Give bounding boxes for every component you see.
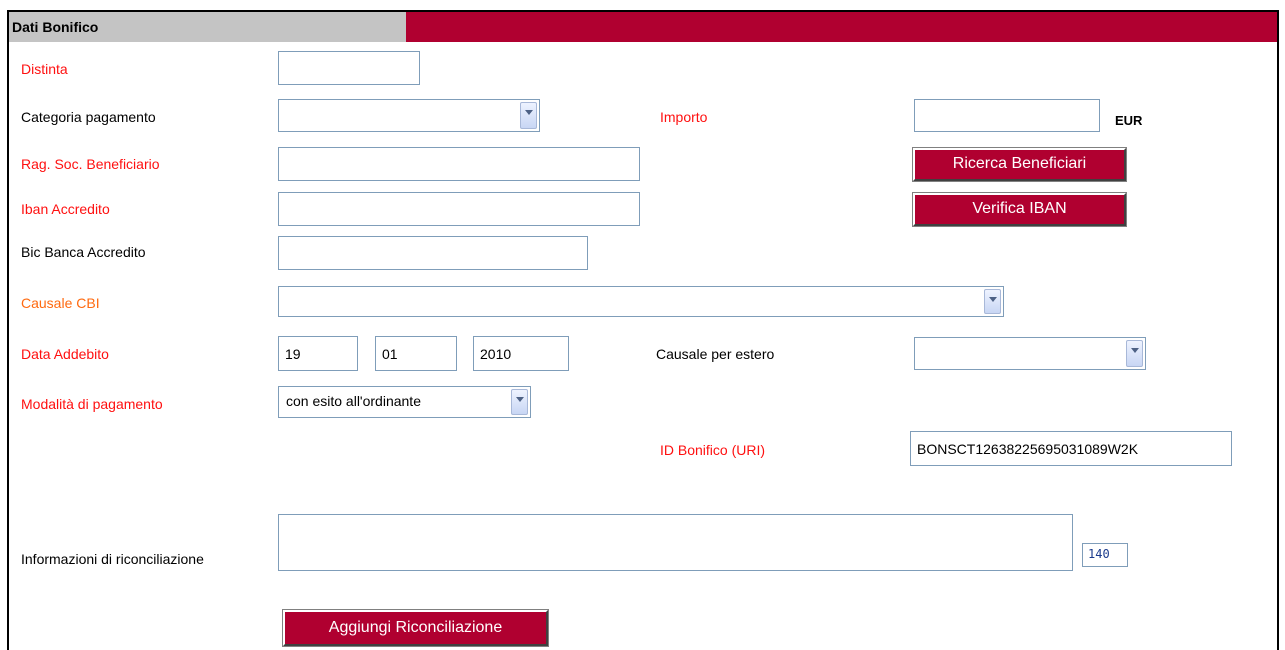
bic-input[interactable] — [278, 236, 588, 270]
currency-label: EUR — [1115, 113, 1143, 128]
causale-estero-label: Causale per estero — [656, 346, 775, 362]
causale-cbi-select[interactable] — [278, 286, 1004, 317]
distinta-label: Distinta — [21, 61, 68, 77]
aggiungi-riconciliazione-button[interactable]: Aggiungi Riconciliazione — [282, 609, 549, 647]
modalita-select[interactable]: con esito all'ordinante — [278, 386, 531, 418]
iban-label: Iban Accredito — [21, 201, 110, 217]
rag-soc-input[interactable] — [278, 147, 640, 181]
categoria-select[interactable] — [278, 99, 540, 132]
chevron-down-icon[interactable] — [520, 102, 537, 129]
section-title: Dati Bonifico — [12, 19, 99, 35]
ricerca-beneficiari-button[interactable]: Ricerca Beneficiari — [912, 147, 1127, 182]
modalita-value: con esito all'ordinante — [286, 393, 421, 409]
chevron-down-icon[interactable] — [984, 289, 1001, 314]
aggiungi-riconciliazione-label: Aggiungi Riconciliazione — [328, 619, 503, 636]
riconciliazione-textarea[interactable] — [278, 514, 1073, 571]
importo-input[interactable] — [914, 99, 1100, 132]
importo-label: Importo — [660, 109, 708, 125]
iban-input[interactable] — [278, 192, 640, 226]
char-counter: 140 — [1082, 543, 1128, 567]
chevron-down-icon[interactable] — [1126, 340, 1143, 367]
bic-label: Bic Banca Accredito — [21, 244, 146, 260]
categoria-label: Categoria pagamento — [21, 109, 156, 125]
date-month-input[interactable] — [375, 336, 457, 371]
rag-soc-label: Rag. Soc. Beneficiario — [21, 156, 160, 172]
date-day-input[interactable] — [278, 336, 358, 371]
distinta-input[interactable] — [278, 51, 420, 85]
verifica-iban-button[interactable]: Verifica IBAN — [912, 192, 1127, 227]
chevron-down-icon[interactable] — [511, 389, 528, 415]
modalita-label: Modalità di pagamento — [21, 396, 163, 412]
id-bonifico-input[interactable] — [910, 431, 1232, 466]
ricerca-beneficiari-label: Ricerca Beneficiari — [952, 155, 1087, 172]
causale-cbi-label: Causale CBI — [21, 295, 100, 311]
causale-estero-select[interactable] — [914, 337, 1146, 370]
section-header-accent — [406, 12, 1277, 42]
date-year-input[interactable] — [473, 336, 569, 371]
data-addebito-label: Data Addebito — [21, 346, 109, 362]
riconciliazione-label: Informazioni di riconciliazione — [21, 551, 204, 567]
id-bonifico-label: ID Bonifico (URI) — [660, 442, 766, 458]
verifica-iban-label: Verifica IBAN — [972, 200, 1067, 217]
